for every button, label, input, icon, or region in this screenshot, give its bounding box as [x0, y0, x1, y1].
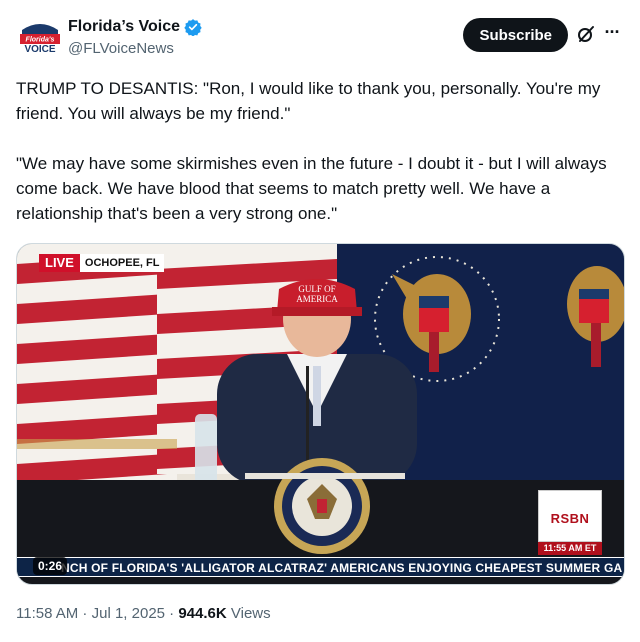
display-name[interactable]: Florida’s Voice	[68, 18, 180, 36]
meta-separator-2: ·	[165, 605, 179, 622]
handle[interactable]: @FLVoiceNews	[68, 40, 202, 57]
rsbn-time: 11:55 AM ET	[538, 542, 602, 555]
rsbn-bug: RSBN 11:55 AM ET	[538, 490, 602, 555]
avatar-logo-line2: VOICE	[24, 44, 55, 55]
tweet-paragraph-1: TRUMP TO DESANTIS: "Ron, I would like to…	[16, 79, 601, 123]
video-duration: 0:26	[33, 557, 68, 575]
video-frame: GULF OF AMERICA	[17, 244, 624, 584]
more-options-icon[interactable]: ···	[602, 22, 622, 42]
video-player[interactable]: GULF OF AMERICA LIVE OCHOPEE, FL RSBN 11…	[16, 243, 625, 585]
verified-badge-icon[interactable]	[184, 18, 202, 37]
hat-text-line1: GULF OF	[298, 284, 335, 294]
live-location: OCHOPEE, FL	[79, 254, 165, 272]
tweet-date[interactable]: Jul 1, 2025	[92, 605, 165, 622]
live-badge: LIVE OCHOPEE, FL	[39, 254, 165, 272]
tweet-text: TRUMP TO DESANTIS: "Ron, I would like to…	[16, 76, 624, 251]
avatar-logo-line1: Florida's	[26, 37, 55, 44]
author-names: Florida’s Voice @FLVoiceNews	[68, 18, 202, 57]
views-count[interactable]: 944.6K	[178, 605, 226, 622]
tweet-meta: 11:58 AM · Jul 1, 2025 · 944.6K Views	[16, 605, 271, 622]
tweet-time[interactable]: 11:58 AM	[16, 605, 78, 622]
live-label: LIVE	[39, 254, 80, 272]
subscribe-button[interactable]: Subscribe	[463, 18, 568, 52]
rsbn-logo: RSBN	[538, 490, 602, 542]
tweet-paragraph-2: "We may have some skirmishes even in the…	[16, 154, 607, 223]
avatar[interactable]: Florida's VOICE	[18, 16, 62, 60]
hat-text-line2: AMERICA	[296, 294, 338, 304]
tweet-header: Florida's VOICE Florida’s Voice @FLVoice…	[16, 14, 624, 64]
views-label: Views	[226, 605, 271, 622]
meta-separator-1: ·	[78, 605, 92, 622]
water-bottle	[195, 414, 217, 490]
presidential-seal	[274, 458, 370, 554]
slash-circle-icon[interactable]	[576, 24, 596, 44]
ticker-text: NCH OF FLORIDA'S 'ALLIGATOR ALCATRAZ' AM…	[61, 561, 623, 575]
rsbn-label: RSBN	[550, 511, 590, 526]
news-ticker: NCH OF FLORIDA'S 'ALLIGATOR ALCATRAZ' AM…	[17, 557, 624, 577]
